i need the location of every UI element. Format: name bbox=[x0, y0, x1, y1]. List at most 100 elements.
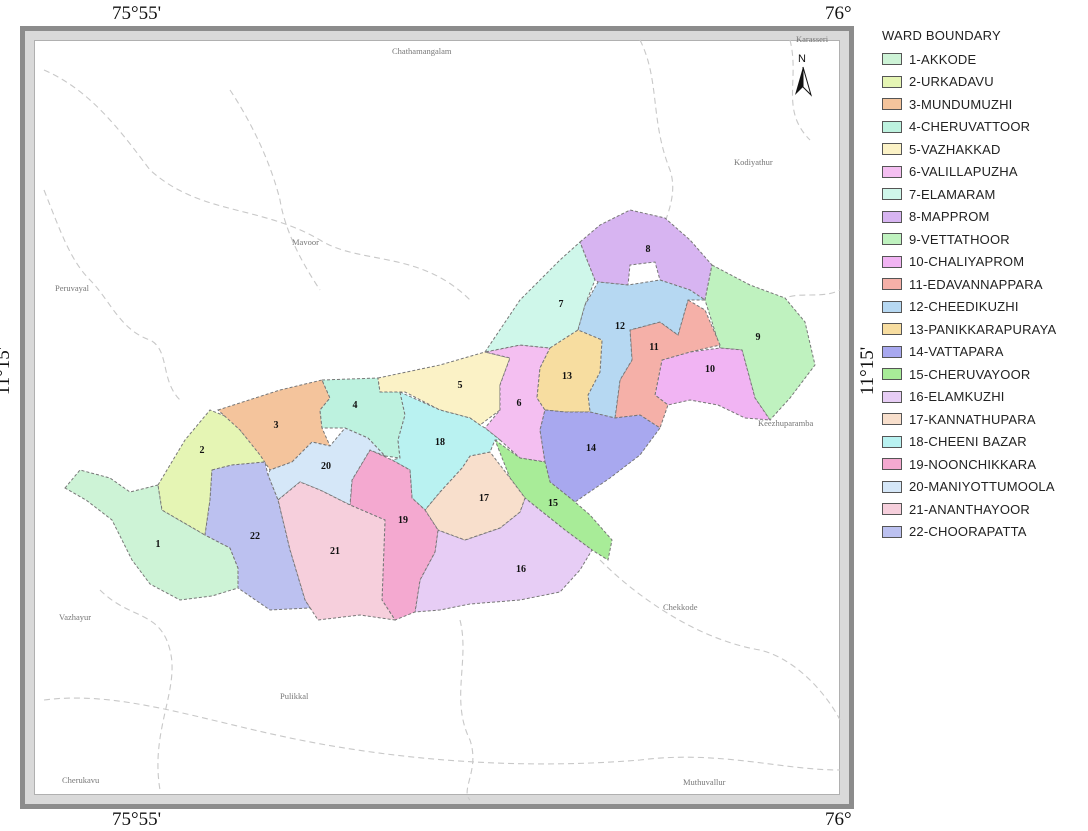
legend-item[interactable]: 18-CHEENI BAZAR bbox=[882, 431, 1082, 454]
legend-label: 14-VATTAPARA bbox=[909, 344, 1004, 360]
legend-swatch bbox=[882, 345, 902, 358]
legend-swatch bbox=[882, 480, 902, 493]
legend-swatch bbox=[882, 120, 902, 133]
legend-label: 7-ELAMARAM bbox=[909, 186, 996, 202]
ward-label-10: 10 bbox=[705, 364, 715, 375]
legend-label: 9-VETTATHOOR bbox=[909, 231, 1010, 247]
legend-item[interactable]: 17-KANNATHUPARA bbox=[882, 408, 1082, 431]
legend-items: 1-AKKODE 2-URKADAVU 3-MUNDUMUZHI 4-CHERUVAT… bbox=[882, 48, 1082, 543]
ward-label-13: 13 bbox=[562, 371, 572, 382]
legend-item[interactable]: 9-VETTATHOOR bbox=[882, 228, 1082, 251]
place-pulikkal: Pulikkal bbox=[280, 691, 309, 701]
legend-label: 3-MUNDUMUZHI bbox=[909, 96, 1013, 112]
legend-label: 11-EDAVANNAPPARA bbox=[909, 276, 1043, 292]
legend-swatch bbox=[882, 75, 902, 88]
legend-item[interactable]: 6-VALILLAPUZHA bbox=[882, 161, 1082, 184]
legend-item[interactable]: 2-URKADAVU bbox=[882, 71, 1082, 94]
legend-swatch bbox=[882, 368, 902, 381]
legend-swatch bbox=[882, 53, 902, 66]
svg-text:N: N bbox=[798, 53, 806, 65]
legend-label: 15-CHERUVAYOOR bbox=[909, 366, 1031, 382]
place-muthuvallur: Muthuvallur bbox=[683, 777, 726, 787]
legend-label: 8-MAPPROM bbox=[909, 209, 990, 225]
place-kodiyathur: Kodiyathur bbox=[734, 157, 773, 167]
legend-swatch bbox=[882, 278, 902, 291]
legend-item[interactable]: 21-ANANTHAYOOR bbox=[882, 498, 1082, 521]
place-keezhuparamba: Keezhuparamba bbox=[758, 418, 813, 428]
legend-swatch bbox=[882, 188, 902, 201]
legend-swatch bbox=[882, 435, 902, 448]
place-karasseri: Karasseri bbox=[796, 34, 829, 44]
legend-item[interactable]: 5-VAZHAKKAD bbox=[882, 138, 1082, 161]
legend-label: 10-CHALIYAPROM bbox=[909, 254, 1025, 270]
legend-label: 16-ELAMKUZHI bbox=[909, 389, 1005, 405]
legend-item[interactable]: 22-CHOORAPATTA bbox=[882, 521, 1082, 544]
ward-label-7: 7 bbox=[559, 299, 564, 310]
place-vazhayur: Vazhayur bbox=[59, 612, 91, 622]
legend-item[interactable]: 10-CHALIYAPROM bbox=[882, 251, 1082, 274]
ward-label-19: 19 bbox=[398, 515, 408, 526]
ward-label-14: 14 bbox=[586, 443, 596, 454]
legend-swatch bbox=[882, 233, 902, 246]
legend-item[interactable]: 3-MUNDUMUZHI bbox=[882, 93, 1082, 116]
ward-label-6: 6 bbox=[517, 398, 522, 409]
ward-label-16: 16 bbox=[516, 564, 526, 575]
legend-label: 18-CHEENI BAZAR bbox=[909, 434, 1027, 450]
legend-item[interactable]: 13-PANIKKARAPURAYA bbox=[882, 318, 1082, 341]
legend-item[interactable]: 7-ELAMARAM bbox=[882, 183, 1082, 206]
legend-label: 13-PANIKKARAPURAYA bbox=[909, 321, 1057, 337]
ward-label-22: 22 bbox=[250, 531, 260, 542]
legend-swatch bbox=[882, 300, 902, 313]
legend-swatch bbox=[882, 413, 902, 426]
ward-label-15: 15 bbox=[548, 498, 558, 509]
north-arrow-icon: N bbox=[795, 53, 813, 97]
legend-swatch bbox=[882, 143, 902, 156]
ward-label-2: 2 bbox=[200, 445, 205, 456]
legend-swatch bbox=[882, 255, 902, 268]
ward-label-3: 3 bbox=[274, 420, 279, 431]
place-peruvayal: Peruvayal bbox=[55, 283, 90, 293]
legend-item[interactable]: 14-VATTAPARA bbox=[882, 341, 1082, 364]
legend-item[interactable]: 12-CHEEDIKUZHI bbox=[882, 296, 1082, 319]
legend-label: 20-MANIYOTTUMOOLA bbox=[909, 479, 1055, 495]
legend-item[interactable]: 1-AKKODE bbox=[882, 48, 1082, 71]
ward-label-21: 21 bbox=[330, 546, 340, 557]
ward-label-1: 1 bbox=[156, 539, 161, 550]
legend-swatch bbox=[882, 323, 902, 336]
legend-swatch bbox=[882, 390, 902, 403]
ward-label-11: 11 bbox=[649, 342, 658, 353]
legend-item[interactable]: 15-CHERUVAYOOR bbox=[882, 363, 1082, 386]
ward-label-4: 4 bbox=[353, 400, 358, 411]
legend-label: 19-NOONCHIKKARA bbox=[909, 456, 1037, 472]
legend-swatch bbox=[882, 525, 902, 538]
place-cherukavu: Cherukavu bbox=[62, 775, 100, 785]
legend-item[interactable]: 11-EDAVANNAPPARA bbox=[882, 273, 1082, 296]
place-chekkode: Chekkode bbox=[663, 602, 698, 612]
legend-item[interactable]: 19-NOONCHIKKARA bbox=[882, 453, 1082, 476]
legend-label: 21-ANANTHAYOOR bbox=[909, 501, 1031, 517]
legend-item[interactable]: 16-ELAMKUZHI bbox=[882, 386, 1082, 409]
legend-swatch bbox=[882, 98, 902, 111]
legend-label: 17-KANNATHUPARA bbox=[909, 411, 1036, 427]
legend-label: 6-VALILLAPUZHA bbox=[909, 164, 1018, 180]
legend-label: 22-CHOORAPATTA bbox=[909, 524, 1027, 540]
legend-item[interactable]: 20-MANIYOTTUMOOLA bbox=[882, 476, 1082, 499]
legend-swatch bbox=[882, 165, 902, 178]
ward-label-17: 17 bbox=[479, 493, 489, 504]
legend-swatch bbox=[882, 458, 902, 471]
legend: WARD BOUNDARY 1-AKKODE 2-URKADAVU 3-MUNDUM… bbox=[882, 28, 1082, 543]
ward-label-12: 12 bbox=[615, 321, 625, 332]
legend-swatch bbox=[882, 210, 902, 223]
legend-swatch bbox=[882, 503, 902, 516]
legend-item[interactable]: 8-MAPPROM bbox=[882, 206, 1082, 229]
legend-label: 5-VAZHAKKAD bbox=[909, 141, 1001, 157]
legend-label: 2-URKADAVU bbox=[909, 74, 994, 90]
ward-label-18: 18 bbox=[435, 437, 445, 448]
ward-label-20: 20 bbox=[321, 461, 331, 472]
ward-label-9: 9 bbox=[756, 332, 761, 343]
ward-label-8: 8 bbox=[646, 244, 651, 255]
legend-label: 12-CHEEDIKUZHI bbox=[909, 299, 1019, 315]
legend-item[interactable]: 4-CHERUVATTOOR bbox=[882, 116, 1082, 139]
ward-polygons bbox=[64, 209, 816, 621]
place-chathamangalam: Chathamangalam bbox=[392, 46, 452, 56]
